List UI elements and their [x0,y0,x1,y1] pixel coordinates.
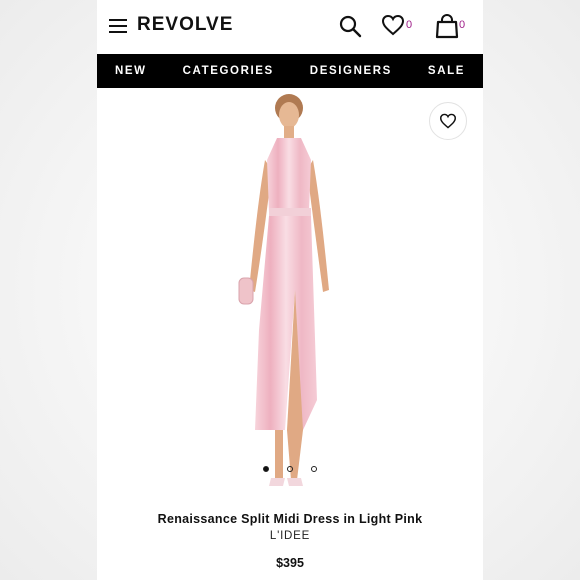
search-icon[interactable] [338,14,362,38]
wishlist-count: 0 [406,19,413,31]
product-favorite-button[interactable] [429,102,467,140]
nav-item-designers[interactable]: DESIGNERS [310,65,392,77]
product-image[interactable] [225,90,355,494]
heart-icon [381,14,405,36]
nav-item-new[interactable]: NEW [115,65,147,77]
wishlist-button[interactable]: 0 [381,14,415,38]
site-logo[interactable]: REVOLVE [137,14,233,36]
bag-button[interactable]: 0 [435,13,469,39]
product-image-carousel[interactable] [97,88,483,496]
carousel-dot-1[interactable] [262,466,269,472]
product-price: $395 [276,556,304,570]
product-title[interactable]: Renaissance Split Midi Dress in Light Pi… [97,512,483,526]
bag-count: 0 [459,19,466,31]
product-brand[interactable]: L'IDEE [97,530,483,542]
menu-icon[interactable] [109,19,127,33]
heart-icon [439,113,457,129]
nav-item-categories[interactable]: CATEGORIES [183,65,274,77]
carousel-indicator [97,466,483,476]
nav-item-sale[interactable]: SALE [428,65,465,77]
category-nav: NEW CATEGORIES DESIGNERS SALE [97,54,483,88]
carousel-dot-2[interactable] [287,466,293,472]
carousel-dot-3[interactable] [311,466,318,472]
site-header: REVOLVE 0 0 [97,0,483,54]
mobile-screen: REVOLVE 0 0 NEW CATEGORIES DESIGNERS SAL… [97,0,483,580]
bag-icon [435,14,459,39]
